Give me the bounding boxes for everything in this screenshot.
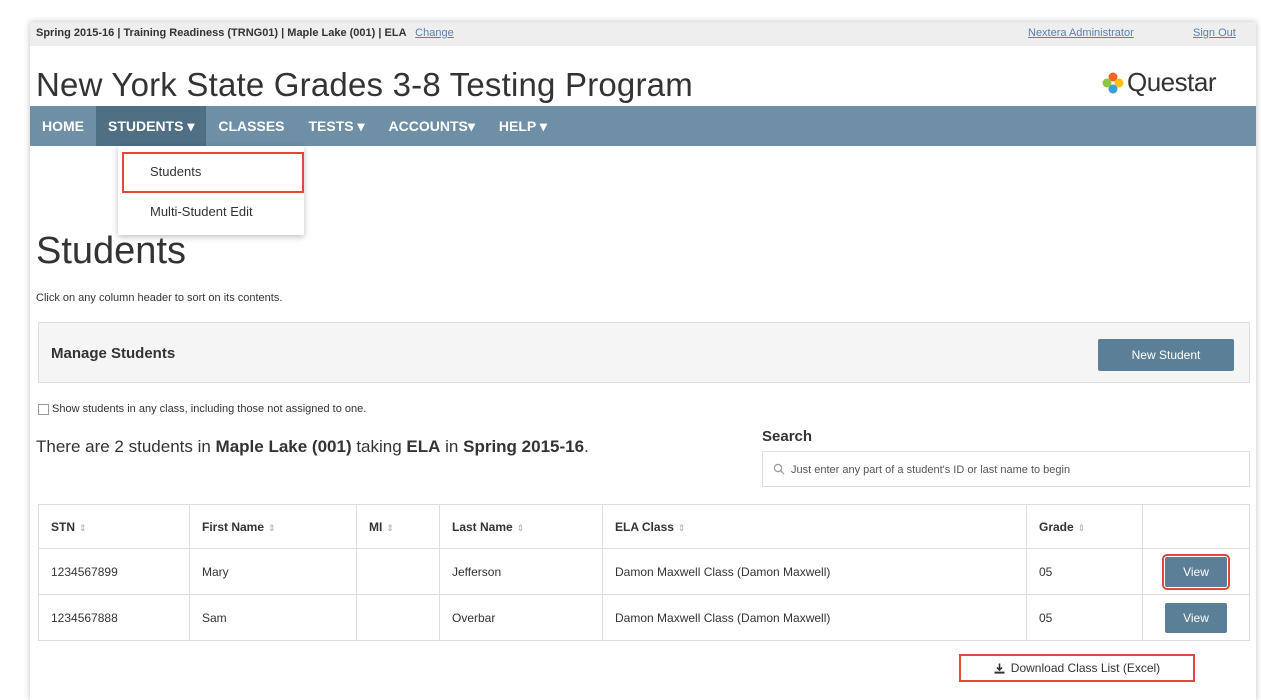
cell-first-name: Sam	[189, 594, 357, 641]
nav-accounts[interactable]: ACCOUNTS▾	[377, 106, 487, 146]
manage-students-panel: Manage Students New Student	[38, 322, 1250, 383]
context-bar: Spring 2015-16 | Training Readiness (TRN…	[30, 22, 1256, 46]
summary-mid: taking	[351, 437, 407, 456]
summary-term: Spring 2015-16	[463, 437, 585, 456]
summary-suffix: .	[584, 437, 589, 456]
sort-icon: ⇕	[1077, 522, 1086, 533]
table-header-row: STN ⇕ First Name ⇕ MI ⇕ Last Name ⇕ ELA Clas…	[38, 504, 1250, 549]
admin-link[interactable]: Nextera Administrator	[1028, 27, 1134, 39]
app-window: Spring 2015-16 | Training Readiness (TRN…	[30, 22, 1256, 700]
manage-students-title: Manage Students	[51, 345, 176, 362]
sort-icon: ⇕	[677, 522, 686, 533]
download-class-list-link[interactable]: Download Class List (Excel)	[959, 654, 1195, 682]
main-nav: HOME STUDENTS ▾ CLASSES TESTS ▾ ACCOUNTS…	[30, 106, 1256, 146]
summary-mid2: in	[440, 437, 464, 456]
app-title: New York State Grades 3-8 Testing Progra…	[36, 66, 693, 103]
cell-action: View	[1142, 594, 1250, 641]
show-all-students-label: Show students in any class, including th…	[52, 403, 367, 415]
summary-school: Maple Lake (001)	[215, 437, 352, 456]
cell-first-name: Mary	[189, 548, 357, 595]
table-row: 1234567888 Sam Overbar Damon Maxwell Cla…	[38, 594, 1250, 641]
column-header-actions	[1142, 504, 1250, 549]
download-label: Download Class List (Excel)	[1010, 661, 1161, 675]
cell-ela-class: Damon Maxwell Class (Damon Maxwell)	[602, 548, 1027, 595]
cell-mi	[356, 594, 440, 641]
search-box[interactable]	[762, 451, 1250, 487]
sign-out-link[interactable]: Sign Out	[1193, 27, 1236, 39]
questar-logo[interactable]: Questar	[1102, 67, 1217, 98]
cell-grade: 05	[1026, 594, 1143, 641]
column-header-last-name[interactable]: Last Name ⇕	[439, 504, 603, 549]
search-icon	[773, 463, 785, 475]
show-all-students-option[interactable]: Show students in any class, including th…	[38, 403, 366, 415]
cell-last-name: Jefferson	[439, 548, 603, 595]
cell-ela-class: Damon Maxwell Class (Damon Maxwell)	[602, 594, 1027, 641]
show-all-students-checkbox[interactable]	[38, 403, 49, 415]
logo-text: Questar	[1127, 67, 1217, 97]
download-icon	[994, 663, 1005, 674]
column-header-stn[interactable]: STN ⇕	[38, 504, 190, 549]
cell-stn: 1234567899	[38, 548, 190, 595]
nav-help[interactable]: HELP ▾	[487, 106, 559, 146]
nav-home[interactable]: HOME	[30, 106, 96, 146]
context-text: Spring 2015-16 | Training Readiness (TRN…	[36, 27, 407, 39]
sort-icon: ⇕	[268, 522, 276, 533]
cell-mi	[356, 548, 440, 595]
search-label: Search	[762, 428, 813, 445]
students-table: STN ⇕ First Name ⇕ MI ⇕ Last Name ⇕ ELA Clas…	[38, 504, 1250, 641]
context-breadcrumb: Spring 2015-16 | Training Readiness (TRN…	[36, 27, 454, 39]
nav-tests[interactable]: TESTS ▾	[297, 106, 377, 146]
nav-students[interactable]: STUDENTS ▾	[96, 106, 207, 146]
sort-icon: ⇕	[516, 522, 525, 533]
sort-icon: ⇕	[79, 522, 87, 533]
table-row: 1234567899 Mary Jefferson Damon Maxwell …	[38, 548, 1250, 595]
column-header-first-name[interactable]: First Name ⇕	[189, 504, 357, 549]
column-header-ela-class[interactable]: ELA Class ⇕	[602, 504, 1027, 549]
view-student-button[interactable]: View	[1165, 602, 1227, 633]
summary-prefix: There are 2 students in	[36, 437, 216, 456]
sort-icon: ⇕	[386, 522, 394, 533]
menu-item-students[interactable]: Students	[150, 164, 201, 179]
questar-logo-icon	[1102, 72, 1124, 93]
column-header-grade[interactable]: Grade ⇕	[1026, 504, 1143, 549]
cell-action: View	[1142, 548, 1250, 595]
nav-classes[interactable]: CLASSES	[206, 106, 296, 146]
cell-stn: 1234567888	[38, 594, 190, 641]
student-count-summary: There are 2 students in Maple Lake (001)…	[36, 437, 589, 457]
page-title: Students	[36, 230, 186, 272]
search-input[interactable]	[789, 453, 1249, 487]
summary-subject: ELA	[406, 437, 441, 456]
view-student-button[interactable]: View	[1162, 553, 1230, 590]
sort-hint: Click on any column header to sort on it…	[36, 292, 283, 304]
menu-item-multi-student-edit[interactable]: Multi-Student Edit	[150, 204, 253, 219]
change-link[interactable]: Change	[415, 27, 454, 39]
column-header-mi[interactable]: MI ⇕	[356, 504, 440, 549]
cell-last-name: Overbar	[439, 594, 603, 641]
cell-grade: 05	[1026, 548, 1143, 595]
new-student-button[interactable]: New Student	[1098, 339, 1234, 371]
students-dropdown-menu: Students Multi-Student Edit	[118, 146, 304, 235]
